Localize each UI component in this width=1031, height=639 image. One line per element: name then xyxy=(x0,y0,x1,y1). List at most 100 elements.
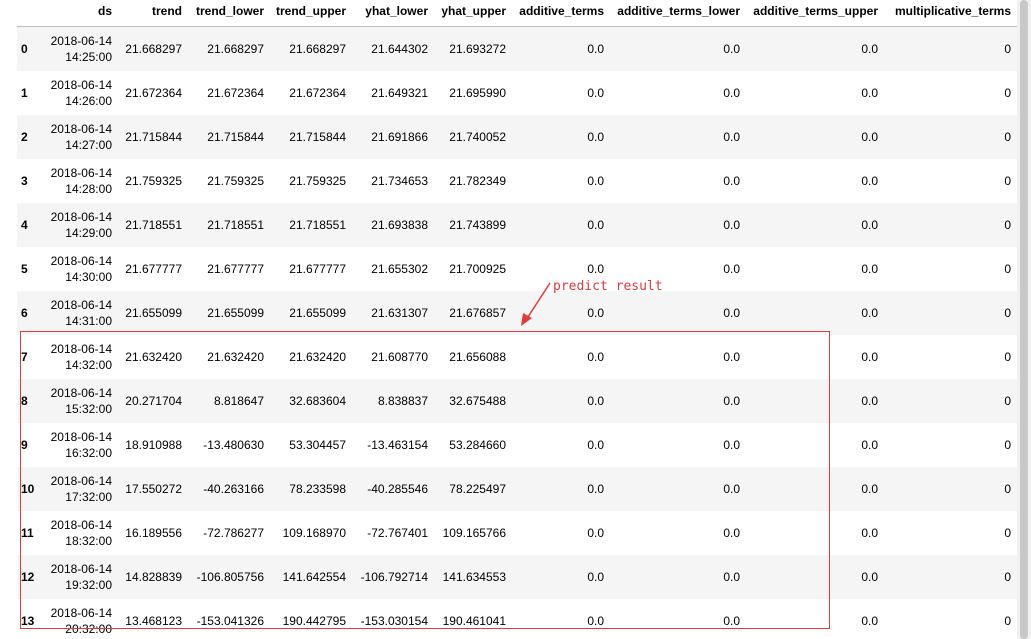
cell-trend-lower: 21.668297 xyxy=(207,41,264,56)
cell-ds: 2018-06-14 18:32:00 xyxy=(43,511,118,555)
table-row: 12 2018-06-14 19:32:00 14.828839 -106.805756… xyxy=(17,554,1017,599)
cell-ds-time: 14:30:00 xyxy=(65,269,112,284)
cell-ds-time: 14:26:00 xyxy=(65,93,112,108)
cell-trend-lower: -153.041326 xyxy=(196,613,264,628)
cell-additive-terms-lower: 0.0 xyxy=(723,41,740,56)
cell-additive-terms-lower: 0.0 xyxy=(723,525,740,540)
cell-ds-time: 15:32:00 xyxy=(65,401,112,416)
cell-yhat-lower: 21.649321 xyxy=(371,85,428,100)
cell-trend-upper: 32.683604 xyxy=(289,393,346,408)
cell-yhat-lower: 21.734653 xyxy=(371,173,428,188)
cell-trend: 14.828839 xyxy=(125,569,182,584)
cell-ds-time: 18:32:00 xyxy=(65,533,112,548)
cell-ds-time: 14:28:00 xyxy=(65,181,112,196)
row-index: 4 xyxy=(21,217,28,232)
cell-ds: 2018-06-14 14:28:00 xyxy=(43,159,118,203)
cell-ds-date: 2018-06-14 xyxy=(50,473,112,488)
cell-ds-date: 2018-06-14 xyxy=(50,517,112,532)
index-header xyxy=(17,0,43,27)
column-header-trend-lower: trend_lower xyxy=(195,4,264,18)
cell-trend-lower: 21.715844 xyxy=(207,129,264,144)
cell-trend: 21.718551 xyxy=(125,217,182,232)
cell-additive-terms: 0.0 xyxy=(587,569,604,584)
scrollbar-thumb[interactable] xyxy=(1020,0,1028,639)
cell-yhat-lower: 21.644302 xyxy=(371,41,428,56)
cell-trend-lower: 21.759325 xyxy=(207,173,264,188)
row-index: 9 xyxy=(21,437,28,452)
cell-additive-terms-upper: 0.0 xyxy=(861,349,878,364)
cell-ds: 2018-06-14 17:32:00 xyxy=(43,467,118,511)
vertical-scrollbar[interactable] xyxy=(1017,0,1031,639)
cell-additive-terms-upper: 0.0 xyxy=(861,525,878,540)
cell-trend-upper: 21.632420 xyxy=(289,349,346,364)
cell-additive-terms: 0.0 xyxy=(587,613,604,628)
cell-trend-upper: 78.233598 xyxy=(289,481,346,496)
cell-ds-date: 2018-06-14 xyxy=(50,209,112,224)
cell-additive-terms-lower: 0.0 xyxy=(723,613,740,628)
table-row: 4 2018-06-14 14:29:00 21.718551 21.718551 21.… xyxy=(17,202,1017,247)
table-row: 8 2018-06-14 15:32:00 20.271704 8.818647 32.6… xyxy=(17,378,1017,423)
cell-trend-lower: 21.632420 xyxy=(207,349,264,364)
cell-additive-terms-upper: 0.0 xyxy=(861,437,878,452)
cell-trend-upper: 109.168970 xyxy=(282,525,346,540)
table-row: 11 2018-06-14 18:32:00 16.189556 -72.786277 1… xyxy=(17,511,1017,555)
cell-multiplicative-terms: 0 xyxy=(1004,41,1011,56)
table-body: 0 2018-06-14 14:25:00 21.668297 21.668297 21.… xyxy=(17,26,1017,639)
cell-additive-terms-upper: 0.0 xyxy=(861,613,878,628)
row-index: 2 xyxy=(21,129,28,144)
cell-trend-lower: -106.805756 xyxy=(196,569,264,584)
cell-yhat-upper: 141.634553 xyxy=(442,569,506,584)
cell-yhat-upper: 21.656088 xyxy=(449,349,506,364)
cell-ds-date: 2018-06-14 xyxy=(50,33,112,48)
cell-trend-upper: 21.668297 xyxy=(289,41,346,56)
cell-ds-date: 2018-06-14 xyxy=(50,77,112,92)
cell-yhat-lower: 21.693838 xyxy=(371,217,428,232)
column-header-ds: ds xyxy=(97,4,112,18)
cell-multiplicative-terms: 0 xyxy=(1004,85,1011,100)
cell-additive-terms-upper: 0.0 xyxy=(861,393,878,408)
cell-yhat-upper: 78.225497 xyxy=(449,481,506,496)
row-index: 10 xyxy=(21,481,35,496)
cell-yhat-upper: 21.695990 xyxy=(449,85,506,100)
cell-ds: 2018-06-14 14:32:00 xyxy=(43,335,118,379)
cell-additive-terms-lower: 0.0 xyxy=(723,173,740,188)
cell-trend-lower: 21.655099 xyxy=(207,305,264,320)
cell-trend: 21.715844 xyxy=(125,129,182,144)
cell-yhat-lower: 21.631307 xyxy=(371,305,428,320)
cell-yhat-upper: 32.675488 xyxy=(449,393,506,408)
cell-ds: 2018-06-14 19:32:00 xyxy=(43,555,118,599)
table-row: 5 2018-06-14 14:30:00 21.677777 21.677777 21.… xyxy=(17,247,1017,291)
cell-trend-lower: 8.818647 xyxy=(213,393,264,408)
cell-trend: 18.910988 xyxy=(125,437,182,452)
cell-ds-date: 2018-06-14 xyxy=(50,561,112,576)
column-header-additive-terms-upper: additive_terms_upper xyxy=(753,4,878,18)
cell-multiplicative-terms: 0 xyxy=(1004,261,1011,276)
row-index: 6 xyxy=(21,305,28,320)
header-row: ds trend trend_lower trend_upper yhat_lower y… xyxy=(17,0,1017,27)
cell-yhat-lower: 21.655302 xyxy=(371,261,428,276)
cell-ds-time: 14:27:00 xyxy=(65,137,112,152)
cell-trend-upper: 21.672364 xyxy=(289,85,346,100)
cell-multiplicative-terms: 0 xyxy=(1004,129,1011,144)
column-header-multiplicative-terms: multiplicative_terms xyxy=(894,4,1011,18)
cell-yhat-lower: -13.463154 xyxy=(367,437,428,452)
arrow-icon xyxy=(521,282,551,326)
table-row: 13 2018-06-14 20:32:00 13.468123 -153.041326… xyxy=(17,599,1017,639)
notebook-output: ds trend trend_lower trend_upper yhat_lower y… xyxy=(0,0,1031,639)
cell-trend: 20.271704 xyxy=(125,393,182,408)
cell-ds-date: 2018-06-14 xyxy=(50,429,112,444)
cell-multiplicative-terms: 0 xyxy=(1004,349,1011,364)
table-row: 0 2018-06-14 14:25:00 21.668297 21.668297 21.… xyxy=(17,26,1017,71)
row-index: 0 xyxy=(21,41,28,56)
row-index: 1 xyxy=(21,85,28,100)
cell-ds-date: 2018-06-14 xyxy=(50,605,112,620)
cell-trend-lower: -72.786277 xyxy=(203,525,264,540)
cell-ds: 2018-06-14 14:26:00 xyxy=(43,71,118,115)
cell-ds: 2018-06-14 15:32:00 xyxy=(43,379,118,423)
cell-trend-upper: 21.718551 xyxy=(289,217,346,232)
cell-additive-terms-lower: 0.0 xyxy=(723,129,740,144)
cell-multiplicative-terms: 0 xyxy=(1004,393,1011,408)
cell-yhat-upper: 109.165766 xyxy=(442,525,506,540)
cell-ds: 2018-06-14 20:32:00 xyxy=(43,599,118,639)
cell-additive-terms: 0.0 xyxy=(587,173,604,188)
